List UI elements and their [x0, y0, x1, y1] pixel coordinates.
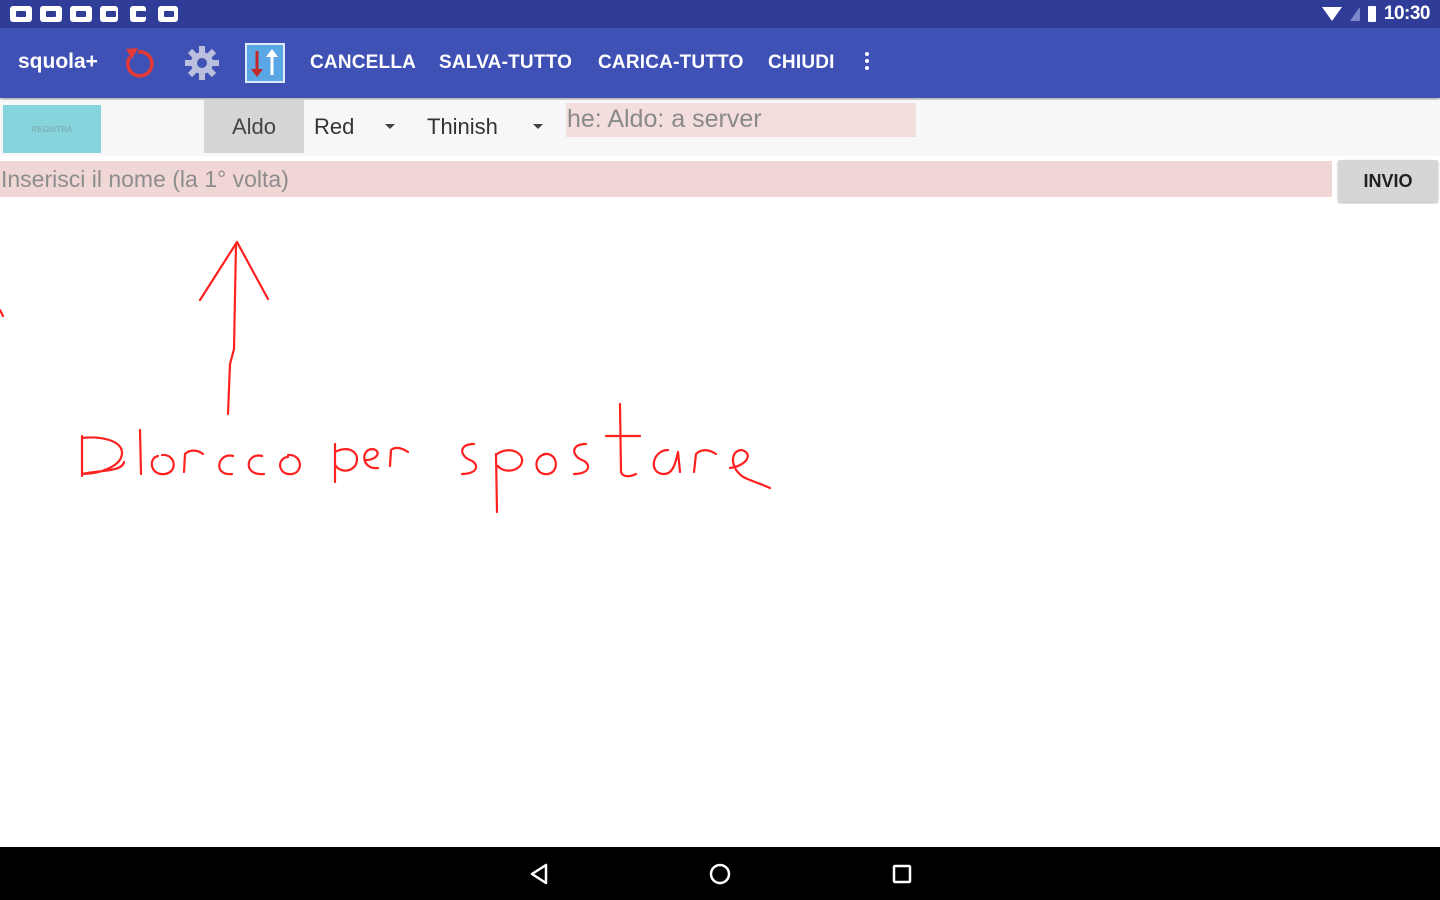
- app-notification-icon: [10, 6, 32, 22]
- letter-e2: [728, 448, 772, 490]
- chiudi-button[interactable]: CHIUDI: [768, 52, 835, 74]
- letter-o: [150, 453, 175, 476]
- back-icon[interactable]: [524, 859, 554, 889]
- app-notification-icon: [100, 6, 118, 22]
- app-notification-icon: [40, 6, 62, 22]
- signal-icon: [1349, 7, 1360, 21]
- wifi-icon: [1321, 7, 1342, 21]
- battery-icon: [1367, 6, 1376, 22]
- app-notification-icon: [130, 6, 146, 22]
- status-indicators: 10:30: [1321, 0, 1431, 28]
- letter-e: [363, 447, 380, 470]
- letter-c2: [247, 454, 266, 476]
- clock: 10:30: [1383, 3, 1431, 24]
- app-toolbar: squola+ CANCELLA SALVA-TUTTO CARICA-TUTT…: [0, 28, 1440, 98]
- letter-r: [182, 449, 205, 474]
- handwritten-annotation: [0, 240, 772, 514]
- name-input[interactable]: [0, 161, 1332, 197]
- letter-r2: [388, 446, 410, 468]
- status-bar: 10:30: [0, 0, 1440, 28]
- letter-s: [460, 442, 478, 476]
- app-title: squola+: [18, 50, 98, 73]
- letter-p2: [494, 449, 524, 514]
- stray-stroke: [0, 308, 5, 318]
- carica-tutto-button[interactable]: CARICA-TUTTO: [598, 52, 744, 74]
- color-select-value: Red: [314, 113, 355, 139]
- recents-icon[interactable]: [887, 859, 917, 889]
- cancella-button[interactable]: CANCELLA: [310, 52, 416, 74]
- app-notification-icon: [70, 6, 92, 22]
- more-vert-icon[interactable]: [860, 52, 874, 74]
- invio-button[interactable]: INVIO: [1338, 160, 1438, 202]
- home-icon[interactable]: [705, 859, 735, 889]
- letter-s2: [572, 442, 590, 476]
- letter-o3: [535, 452, 557, 476]
- controls-row: REGISTRA Aldo Red Thinish he: Aldo: a se…: [0, 100, 1440, 156]
- letter-c: [218, 454, 235, 476]
- salva-tutto-button[interactable]: SALVA-TUTTO: [439, 52, 572, 74]
- letter-l: [138, 428, 143, 476]
- name-entry-row: INVIO: [0, 158, 1440, 204]
- letter-a: [652, 448, 682, 476]
- system-nav-bar: [0, 847, 1440, 900]
- thickness-select-value: Thinish: [427, 113, 498, 139]
- letter-p: [333, 442, 359, 484]
- drawing-canvas[interactable]: [0, 204, 1440, 847]
- color-select[interactable]: Red: [314, 100, 404, 153]
- arrow-shaft: [226, 242, 238, 416]
- letter-o2: [279, 453, 301, 476]
- dropdown-arrow-icon: [385, 124, 395, 129]
- undo-icon[interactable]: [118, 43, 158, 83]
- user-name-label: Aldo: [204, 100, 304, 153]
- thickness-select[interactable]: Thinish: [427, 100, 549, 153]
- registra-button[interactable]: REGISTRA: [3, 105, 101, 153]
- letter-t: [604, 402, 642, 478]
- letter-r3: [692, 449, 718, 474]
- message-display: he: Aldo: a server: [566, 103, 916, 137]
- transfer-icon[interactable]: [245, 43, 285, 83]
- letter-b: [80, 434, 126, 478]
- gear-icon[interactable]: [182, 43, 222, 83]
- dropdown-arrow-icon: [533, 124, 543, 129]
- app-notification-icon: [158, 6, 178, 22]
